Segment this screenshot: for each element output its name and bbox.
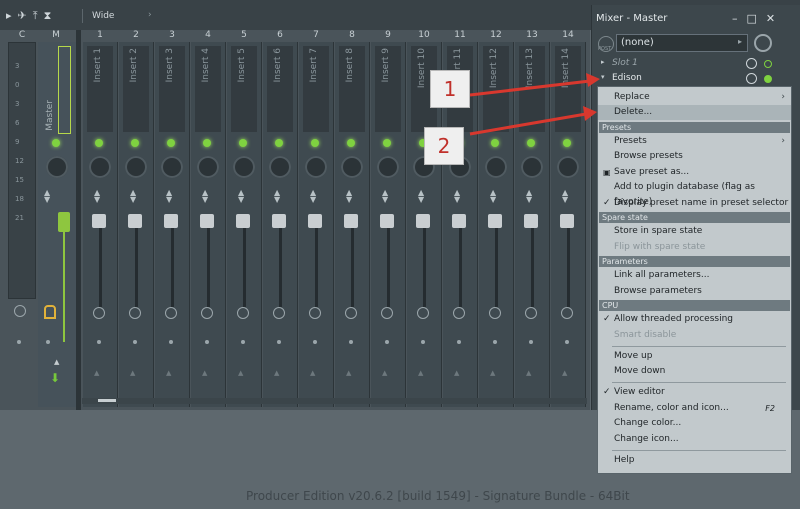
arrow-2 — [469, 112, 587, 136]
callout-1: 1 — [430, 70, 470, 108]
arrowhead-1 — [586, 73, 600, 87]
annotation-arrows — [469, 73, 600, 136]
arrow-1 — [469, 79, 591, 97]
arrowhead-2 — [583, 106, 597, 121]
status-bar-text: Producer Edition v20.6.2 [build 1549] - … — [246, 489, 630, 503]
callout-2: 2 — [424, 127, 464, 165]
